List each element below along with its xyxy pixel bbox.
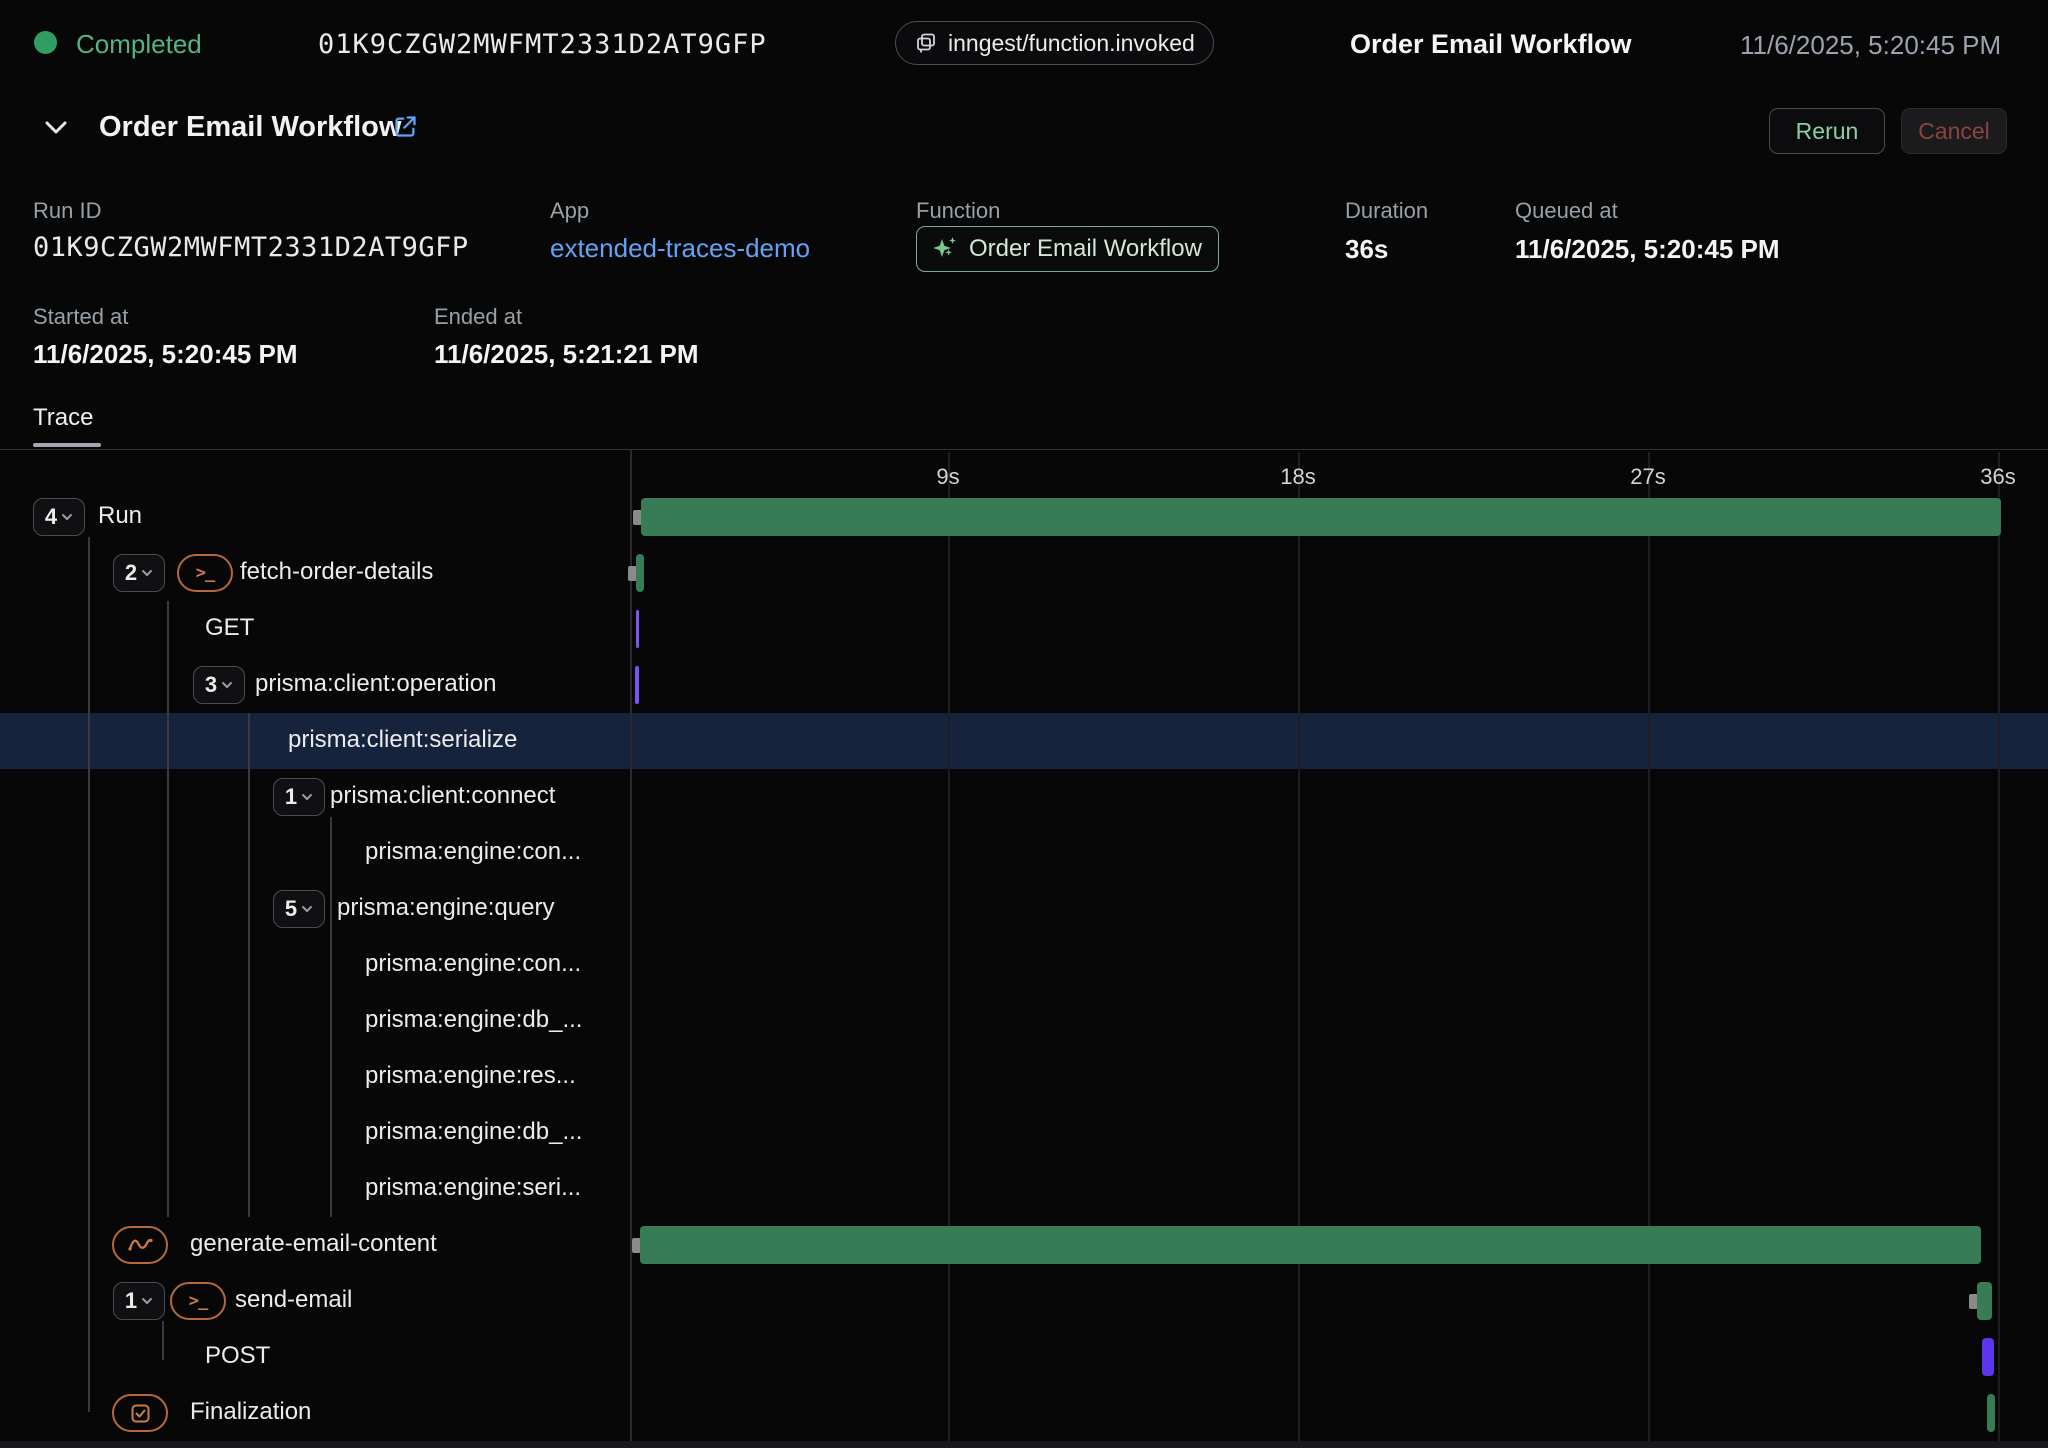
trace-row-label: prisma:engine:con... [365, 838, 581, 866]
trace-row[interactable]: prisma:engine:con... [0, 937, 2048, 993]
trace-row[interactable]: 5 prisma:engine:query [0, 881, 2048, 937]
trace-row[interactable]: prisma:engine:db_... [0, 1105, 2048, 1161]
trace-row-label: prisma:engine:seri... [365, 1174, 581, 1202]
axis-tick-label: 36s [1980, 464, 2015, 490]
trace-row[interactable]: generate-email-content [0, 1217, 2048, 1273]
ai-icon [112, 1226, 168, 1264]
axis-tick-label: 18s [1280, 464, 1315, 490]
axis-tick-label: 9s [936, 464, 959, 490]
run-details-page: Completed 01K9CZGW2MWFMT2331D2AT9GFP inn… [0, 0, 2048, 1448]
trace-row[interactable]: POST [0, 1329, 2048, 1385]
span-duration-bar[interactable] [636, 610, 639, 648]
trace-row-label: Run [98, 502, 142, 530]
trace-row-label: generate-email-content [190, 1230, 437, 1258]
trace-row[interactable]: prisma:engine:res... [0, 1049, 2048, 1105]
trace-row[interactable]: Finalization [0, 1385, 2048, 1441]
check-icon [112, 1394, 168, 1432]
span-count-toggle[interactable]: 3 [193, 666, 245, 704]
trace-row[interactable]: 2 >_fetch-order-details [0, 545, 2048, 601]
trace-row-label: prisma:engine:db_... [365, 1006, 582, 1034]
trace-row-label: prisma:client:operation [255, 670, 496, 698]
span-duration-bar[interactable] [1977, 1282, 1992, 1320]
axis-tick-label: 27s [1630, 464, 1665, 490]
trace-row-label: Finalization [190, 1398, 311, 1426]
trace-row-label: POST [205, 1342, 270, 1370]
trace-row-label: prisma:client:serialize [288, 726, 517, 754]
horizontal-scrollbar[interactable] [0, 1441, 2048, 1448]
span-count-toggle[interactable]: 5 [273, 890, 325, 928]
trace-row[interactable]: 3 prisma:client:operation [0, 657, 2048, 713]
span-duration-bar[interactable] [1987, 1394, 1995, 1432]
span-duration-bar[interactable] [635, 666, 639, 704]
trace-row-label: prisma:engine:con... [365, 950, 581, 978]
span-count-toggle[interactable]: 1 [273, 778, 325, 816]
span-count-toggle[interactable]: 1 [113, 1282, 165, 1320]
trace-row[interactable]: 1prisma:client:connect [0, 769, 2048, 825]
trace-row-label: send-email [235, 1286, 352, 1314]
span-duration-bar[interactable] [641, 498, 2001, 536]
span-duration-bar[interactable] [1982, 1338, 1994, 1376]
span-count-toggle[interactable]: 4 [33, 498, 85, 536]
trace-row-label: prisma:client:connect [330, 782, 555, 810]
trace-row[interactable]: GET [0, 601, 2048, 657]
trace-row-label: prisma:engine:query [337, 894, 554, 922]
trace-row[interactable]: prisma:client:serialize [0, 713, 2048, 769]
trace-row[interactable]: 1>_ send-email [0, 1273, 2048, 1329]
span-duration-bar[interactable] [640, 1226, 1981, 1264]
terminal-icon: >_ [177, 554, 233, 592]
span-count-toggle[interactable]: 2 [113, 554, 165, 592]
trace-row-label: prisma:engine:res... [365, 1062, 576, 1090]
span-duration-bar[interactable] [636, 554, 644, 592]
trace-row-label: prisma:engine:db_... [365, 1118, 582, 1146]
trace-row[interactable]: 4 Run [0, 489, 2048, 545]
trace-row-label: GET [205, 614, 254, 642]
trace-row-label: fetch-order-details [240, 558, 433, 586]
trace-row[interactable]: prisma:engine:con... [0, 825, 2048, 881]
terminal-icon: >_ [170, 1282, 226, 1320]
trace-waterfall: 9s18s27s36s4Run2>_fetch-order-detailsGET… [0, 0, 2048, 1448]
trace-row[interactable]: prisma:engine:db_... [0, 993, 2048, 1049]
trace-row[interactable]: prisma:engine:seri... [0, 1161, 2048, 1217]
